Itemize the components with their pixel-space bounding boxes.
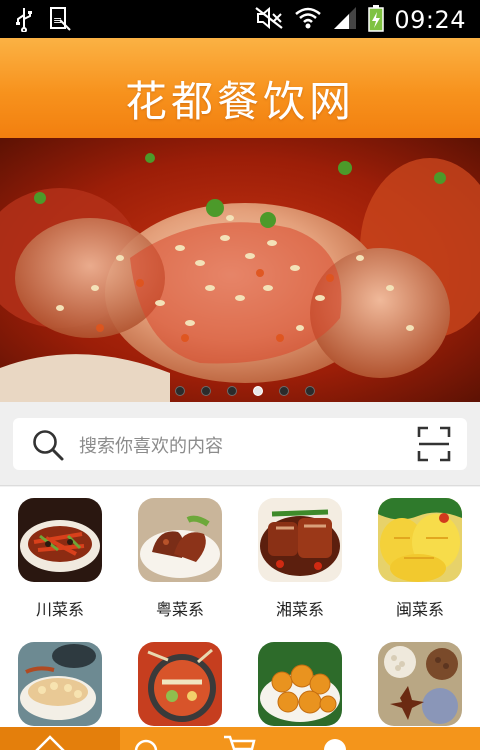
cantonese-dish-image (138, 498, 222, 582)
page-title: 花都餐饮网 (124, 77, 355, 126)
search-icon (132, 735, 162, 750)
category-item-fujian[interactable]: 闽菜系 (378, 498, 462, 620)
scan-icon[interactable] (417, 426, 451, 466)
fried-balls-image (258, 642, 342, 726)
gear-icon (320, 734, 350, 750)
seafood-dish-image (18, 642, 102, 726)
signal-icon (332, 5, 358, 35)
banner-dot[interactable] (227, 386, 237, 396)
category-item-hunan[interactable]: 湘菜系 (258, 498, 342, 620)
search-icon[interactable] (31, 428, 65, 466)
fujian-dish-image (378, 498, 462, 582)
banner-dot[interactable] (201, 386, 211, 396)
wifi-icon (294, 5, 322, 35)
search-section: 搜索你喜欢的内容 (0, 402, 480, 486)
cart-icon (222, 735, 256, 750)
sichuan-dish-image (18, 498, 102, 582)
search-box[interactable]: 搜索你喜欢的内容 (13, 418, 467, 470)
battery-icon (368, 4, 385, 36)
tab-home[interactable] (0, 727, 120, 750)
hotpot-dish-image (138, 642, 222, 726)
category-grid: 川菜系 粤菜系 湘菜系 闽菜系 (0, 487, 480, 727)
keyboard-icon: ≡ (48, 6, 72, 36)
category-label: 闽菜系 (395, 600, 444, 619)
category-label: 川菜系 (35, 600, 84, 619)
spices-image (378, 642, 462, 726)
more-icon (410, 742, 454, 750)
banner-pagination (175, 386, 315, 396)
bottom-tab-bar (0, 727, 480, 750)
app-header: 花都餐饮网 (0, 38, 480, 138)
category-item-5[interactable] (18, 642, 102, 740)
search-input[interactable]: 搜索你喜欢的内容 (79, 432, 223, 458)
banner-dot[interactable] (175, 386, 185, 396)
category-item-8[interactable] (378, 642, 462, 740)
tab-more[interactable] (400, 727, 480, 750)
home-icon (34, 733, 66, 750)
category-item-6[interactable] (138, 642, 222, 740)
status-time: 09:24 (394, 6, 466, 34)
category-item-sichuan[interactable]: 川菜系 (18, 498, 102, 620)
hunan-dish-image (258, 498, 342, 582)
category-item-cantonese[interactable]: 粤菜系 (138, 498, 222, 620)
category-label: 粤菜系 (155, 600, 204, 619)
status-bar: ≡ 09:24 (0, 0, 480, 38)
food-banner-image[interactable] (0, 138, 480, 402)
banner-dot[interactable] (253, 386, 263, 396)
banner-dot[interactable] (305, 386, 315, 396)
category-label: 湘菜系 (275, 600, 324, 619)
category-item-7[interactable] (258, 642, 342, 740)
banner-dot[interactable] (279, 386, 289, 396)
usb-icon (14, 6, 34, 36)
mute-icon (254, 5, 284, 35)
